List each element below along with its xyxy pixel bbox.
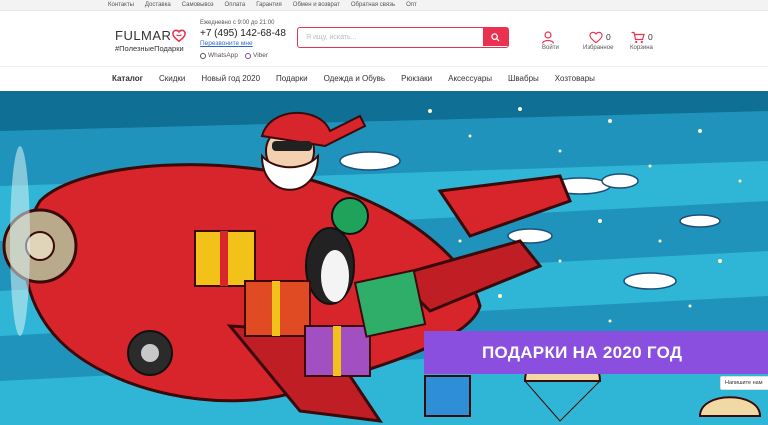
nav-item-backpacks[interactable]: Рюкзаки xyxy=(401,74,432,83)
nav-item-catalog[interactable]: Каталог xyxy=(112,74,143,83)
viber-label: Viber xyxy=(253,52,269,59)
hero-illustration xyxy=(0,91,768,425)
favorites-label: Избранное xyxy=(583,45,614,51)
search-box xyxy=(297,27,509,48)
messenger-links: WhatsApp Viber xyxy=(200,52,290,59)
user-actions: Войти 0 Избранное 0 Корзина xyxy=(536,29,668,57)
cart-button[interactable]: 0 Корзина xyxy=(624,29,668,57)
nav-item-gifts[interactable]: Подарки xyxy=(276,74,308,83)
nav-item-accessories[interactable]: Аксессуары xyxy=(448,74,492,83)
phone-number[interactable]: +7 (495) 142-68-48 xyxy=(200,27,290,40)
whatsapp-link[interactable]: WhatsApp xyxy=(200,52,238,59)
cart-label: Корзина xyxy=(630,45,653,51)
logo-tagline: #ПолезныеПодарки xyxy=(115,44,184,53)
heart-logo-icon xyxy=(172,29,187,43)
login-button[interactable]: Войти xyxy=(536,29,580,57)
top-utility-bar: Контакты Доставка Самовывоз Оплата Гаран… xyxy=(0,0,768,11)
user-icon xyxy=(541,31,555,44)
nav-item-new-year[interactable]: Новый год 2020 xyxy=(201,74,260,83)
viber-icon xyxy=(245,52,251,59)
top-links: Контакты Доставка Самовывоз Оплата Гаран… xyxy=(108,1,417,10)
top-link-feedback[interactable]: Обратная связь xyxy=(351,1,395,10)
top-link-contacts[interactable]: Контакты xyxy=(108,1,134,10)
contact-block: Ежедневно с 9:00 до 21:00 +7 (495) 142-6… xyxy=(200,19,290,59)
nav-item-mops[interactable]: Швабры xyxy=(508,74,539,83)
logo-wordmark-text: FULMAR xyxy=(115,28,172,43)
cart-icon xyxy=(631,31,645,44)
main-navigation: Каталог Скидки Новый год 2020 Подарки Од… xyxy=(0,66,768,91)
top-link-pickup[interactable]: Самовывоз xyxy=(182,1,214,10)
top-link-delivery[interactable]: Доставка xyxy=(145,1,171,10)
cart-count: 0 xyxy=(648,32,653,42)
logo-wordmark: FULMAR xyxy=(115,29,195,43)
search-icon xyxy=(491,32,500,42)
favorites-button[interactable]: 0 Избранное xyxy=(580,29,624,57)
whatsapp-icon xyxy=(200,52,206,59)
heart-icon xyxy=(589,31,603,44)
site-logo[interactable]: FULMAR #ПолезныеПодарки xyxy=(115,29,195,53)
top-link-wholesale[interactable]: Опт xyxy=(406,1,417,10)
nav-item-household[interactable]: Хозтовары xyxy=(555,74,595,83)
favorites-count: 0 xyxy=(606,32,611,42)
promo-banner[interactable]: ПОДАРКИ НА 2020 ГОД xyxy=(424,331,768,374)
top-link-returns[interactable]: Обмен и возврат xyxy=(293,1,340,10)
viber-link[interactable]: Viber xyxy=(245,52,268,59)
working-hours: Ежедневно с 9:00 до 21:00 xyxy=(200,20,275,26)
top-link-payment[interactable]: Оплата xyxy=(225,1,246,10)
top-link-warranty[interactable]: Гарантия xyxy=(256,1,282,10)
search-input[interactable] xyxy=(298,28,484,46)
chat-widget-tab[interactable]: Напишите нам xyxy=(720,376,768,390)
nav-item-clothing[interactable]: Одежда и Обувь xyxy=(324,74,386,83)
callback-link[interactable]: Перезвоните мне xyxy=(200,40,290,48)
whatsapp-label: WhatsApp xyxy=(208,52,238,59)
nav-item-discounts[interactable]: Скидки xyxy=(159,74,185,83)
search-button[interactable] xyxy=(483,28,508,46)
login-label: Войти xyxy=(542,45,559,51)
hero-banner[interactable]: ПОДАРКИ НА 2020 ГОД Напишите нам xyxy=(0,91,768,425)
promo-text: ПОДАРКИ НА 2020 ГОД xyxy=(482,342,683,362)
